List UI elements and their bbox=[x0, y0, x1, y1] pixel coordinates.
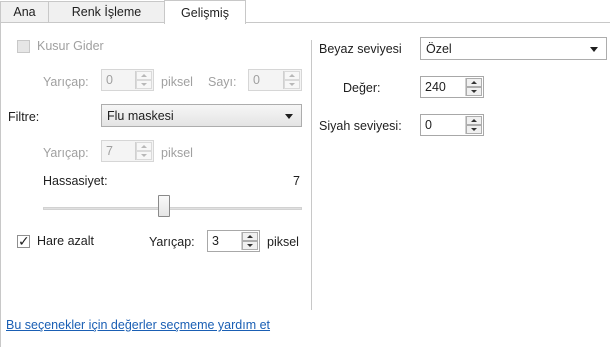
help-link[interactable]: Bu seçenekler için değerler seçmeme yard… bbox=[6, 318, 270, 332]
filter-radius-stepper[interactable]: 7 bbox=[101, 140, 154, 162]
filter-radius-up-button[interactable] bbox=[136, 142, 152, 151]
checkmark-icon: ✓ bbox=[18, 233, 30, 249]
defect-radius-stepper[interactable]: 0 bbox=[101, 69, 154, 91]
moire-radius-stepper[interactable]: 3 bbox=[207, 230, 260, 252]
moire-radius-down-button[interactable] bbox=[242, 241, 258, 250]
filter-radius-label: Yarıçap: bbox=[43, 146, 89, 160]
tab-renk-isleme-label: Renk İşleme bbox=[71, 5, 142, 19]
down-arrow-icon bbox=[141, 83, 147, 86]
defect-count-up-button[interactable] bbox=[284, 71, 300, 80]
filter-selected-value: Flu maskesi bbox=[107, 109, 174, 123]
black-level-stepper[interactable]: 0 bbox=[420, 114, 484, 136]
defect-count-label: Sayı: bbox=[208, 75, 237, 89]
sensitivity-value: 7 bbox=[293, 174, 300, 188]
moire-radius-label: Yarıçap: bbox=[149, 235, 195, 249]
white-level-label: Beyaz seviyesi bbox=[319, 42, 402, 56]
defect-removal-label: Kusur Gider bbox=[37, 39, 104, 53]
down-arrow-icon bbox=[471, 90, 477, 93]
moire-reduce-label: Hare azalt bbox=[37, 234, 94, 248]
black-level-down-button[interactable] bbox=[466, 125, 482, 134]
up-arrow-icon bbox=[141, 145, 147, 148]
tab-gelismis[interactable]: Gelişmiş bbox=[164, 0, 246, 24]
value-label: Değer: bbox=[343, 81, 381, 95]
filter-radius-down-button[interactable] bbox=[136, 151, 152, 160]
down-arrow-icon bbox=[471, 128, 477, 131]
defect-radius-value: 0 bbox=[106, 73, 113, 87]
defect-removal-checkbox[interactable] bbox=[17, 40, 30, 53]
black-level-up-button[interactable] bbox=[466, 116, 482, 125]
moire-radius-value: 3 bbox=[212, 234, 219, 248]
tab-renk-isleme[interactable]: Renk İşleme bbox=[48, 1, 165, 22]
filter-label: Filtre: bbox=[8, 110, 40, 124]
defect-radius-label: Yarıçap: bbox=[43, 75, 89, 89]
filter-select[interactable]: Flu maskesi bbox=[101, 104, 302, 127]
tab-ana[interactable]: Ana bbox=[0, 1, 49, 22]
value-down-button[interactable] bbox=[466, 87, 482, 96]
filter-radius-value: 7 bbox=[106, 144, 113, 158]
value-stepper[interactable]: 240 bbox=[420, 76, 484, 98]
defect-radius-down-button[interactable] bbox=[136, 80, 152, 89]
value-up-button[interactable] bbox=[466, 78, 482, 87]
defect-radius-up-button[interactable] bbox=[136, 71, 152, 80]
defect-count-down-button[interactable] bbox=[284, 80, 300, 89]
white-level-selected-value: Özel bbox=[426, 42, 452, 56]
chevron-down-icon bbox=[590, 47, 598, 52]
defect-radius-unit: piksel bbox=[161, 75, 193, 89]
defect-count-stepper[interactable]: 0 bbox=[248, 69, 302, 91]
white-level-select[interactable]: Özel bbox=[420, 37, 607, 60]
defect-count-value: 0 bbox=[253, 73, 260, 87]
black-level-label: Siyah seviyesi: bbox=[319, 119, 402, 133]
value-value: 240 bbox=[425, 80, 446, 94]
black-level-value: 0 bbox=[425, 118, 432, 132]
tab-gelismis-label: Gelişmiş bbox=[181, 5, 229, 20]
sensitivity-slider-track[interactable] bbox=[43, 207, 302, 210]
tab-ana-label: Ana bbox=[13, 5, 36, 19]
down-arrow-icon bbox=[141, 154, 147, 157]
filter-radius-unit: piksel bbox=[161, 146, 193, 160]
column-divider bbox=[311, 40, 312, 310]
down-arrow-icon bbox=[289, 83, 295, 86]
chevron-down-icon bbox=[285, 114, 293, 119]
down-arrow-icon bbox=[247, 244, 253, 247]
up-arrow-icon bbox=[141, 74, 147, 77]
moire-radius-up-button[interactable] bbox=[242, 232, 258, 241]
up-arrow-icon bbox=[471, 81, 477, 84]
up-arrow-icon bbox=[247, 235, 253, 238]
sensitivity-slider-thumb[interactable] bbox=[158, 195, 170, 217]
up-arrow-icon bbox=[471, 119, 477, 122]
moire-radius-unit: piksel bbox=[267, 235, 299, 249]
up-arrow-icon bbox=[289, 74, 295, 77]
sensitivity-label: Hassasiyet: bbox=[43, 174, 108, 188]
moire-reduce-checkbox[interactable]: ✓ bbox=[17, 233, 30, 249]
